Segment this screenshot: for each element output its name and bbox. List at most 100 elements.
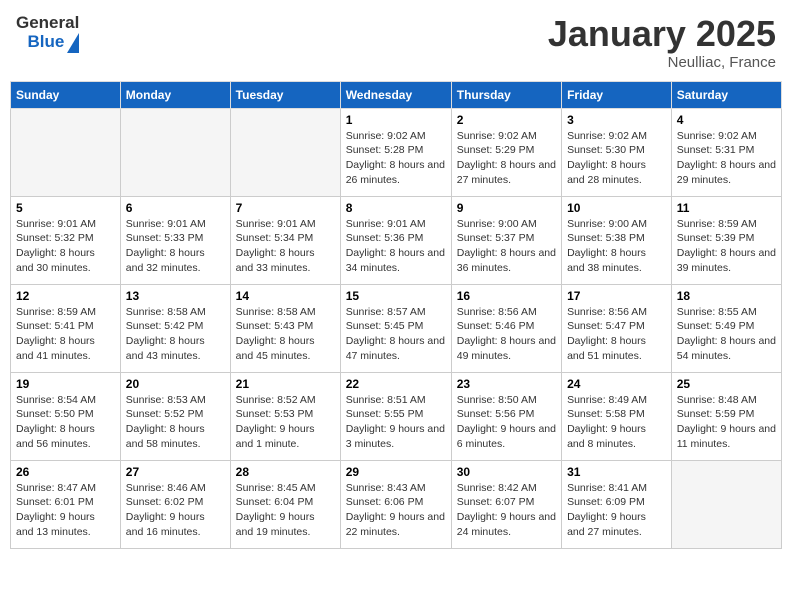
day-number: 29 (346, 465, 446, 479)
day-number: 1 (346, 113, 446, 127)
day-number: 2 (457, 113, 556, 127)
calendar-cell: 9Sunrise: 9:00 AMSunset: 5:37 PMDaylight… (451, 196, 561, 284)
day-info: Sunrise: 8:45 AMSunset: 6:04 PMDaylight:… (236, 481, 335, 540)
day-info: Sunrise: 8:54 AMSunset: 5:50 PMDaylight:… (16, 393, 115, 452)
calendar-cell: 1 Sunrise: 9:02 AMSunset: 5:28 PMDaylight… (340, 108, 451, 196)
calendar-cell: 20 Sunrise: 8:53 AMSunset: 5:52 PMDayligh… (120, 372, 230, 460)
calendar-cell: 4 Sunrise: 9:02 AMSunset: 5:31 PMDaylight… (671, 108, 781, 196)
weekday-header: Tuesday (230, 81, 340, 108)
calendar-cell: 2 Sunrise: 9:02 AMSunset: 5:29 PMDaylight… (451, 108, 561, 196)
calendar-cell: 28Sunrise: 8:45 AMSunset: 6:04 PMDayligh… (230, 460, 340, 548)
day-number: 19 (16, 377, 115, 391)
weekday-header: Saturday (671, 81, 781, 108)
calendar-cell: 22 Sunrise: 8:51 AMSunset: 5:55 PMDayligh… (340, 372, 451, 460)
day-number: 22 (346, 377, 446, 391)
weekday-header: Friday (562, 81, 672, 108)
logo: General Blue (16, 14, 79, 51)
day-info: Sunrise: 9:02 AMSunset: 5:30 PMDaylight:… (567, 129, 666, 188)
day-info: Sunrise: 8:48 AMSunset: 5:59 PMDaylight:… (677, 393, 776, 452)
day-number: 31 (567, 465, 666, 479)
day-number: 18 (677, 289, 776, 303)
day-info: Sunrise: 8:58 AMSunset: 5:42 PMDaylight:… (126, 305, 225, 364)
day-number: 6 (126, 201, 225, 215)
day-info: Sunrise: 8:55 AMSunset: 5:49 PMDaylight:… (677, 305, 776, 364)
day-info: Sunrise: 8:50 AMSunset: 5:56 PMDaylight:… (457, 393, 556, 452)
day-info: Sunrise: 9:02 AMSunset: 5:31 PMDaylight:… (677, 129, 776, 188)
day-number: 11 (677, 201, 776, 215)
weekday-header: Thursday (451, 81, 561, 108)
calendar-cell: 15Sunrise: 8:57 AMSunset: 5:45 PMDayligh… (340, 284, 451, 372)
day-number: 20 (126, 377, 225, 391)
calendar-cell (120, 108, 230, 196)
calendar-cell: 25 Sunrise: 8:48 AMSunset: 5:59 PMDayligh… (671, 372, 781, 460)
day-number: 26 (16, 465, 115, 479)
day-info: Sunrise: 8:53 AMSunset: 5:52 PMDaylight:… (126, 393, 225, 452)
day-info: Sunrise: 9:02 AMSunset: 5:29 PMDaylight:… (457, 129, 556, 188)
day-number: 27 (126, 465, 225, 479)
day-info: Sunrise: 9:01 AMSunset: 5:33 PMDaylight:… (126, 217, 225, 276)
day-info: Sunrise: 8:42 AMSunset: 6:07 PMDaylight:… (457, 481, 556, 540)
calendar-cell: 29 Sunrise: 8:43 AMSunset: 6:06 PMDayligh… (340, 460, 451, 548)
day-number: 12 (16, 289, 115, 303)
day-info: Sunrise: 9:02 AMSunset: 5:28 PMDaylight:… (346, 129, 446, 188)
day-number: 9 (457, 201, 556, 215)
calendar-cell: 3 Sunrise: 9:02 AMSunset: 5:30 PMDaylight… (562, 108, 672, 196)
calendar-cell: 5Sunrise: 9:01 AMSunset: 5:32 PMDaylight… (11, 196, 121, 284)
day-info: Sunrise: 9:00 AMSunset: 5:38 PMDaylight:… (567, 217, 666, 276)
weekday-header-row: SundayMondayTuesdayWednesdayThursdayFrid… (11, 81, 782, 108)
calendar-cell: 14 Sunrise: 8:58 AMSunset: 5:43 PMDayligh… (230, 284, 340, 372)
location: Neulliac, France (548, 54, 776, 71)
calendar-cell (11, 108, 121, 196)
logo-triangle-icon (67, 33, 79, 53)
weekday-header: Monday (120, 81, 230, 108)
day-info: Sunrise: 8:59 AMSunset: 5:41 PMDaylight:… (16, 305, 115, 364)
week-row: 19 Sunrise: 8:54 AMSunset: 5:50 PMDayligh… (11, 372, 782, 460)
day-info: Sunrise: 8:46 AMSunset: 6:02 PMDaylight:… (126, 481, 225, 540)
calendar-cell: 16Sunrise: 8:56 AMSunset: 5:46 PMDayligh… (451, 284, 561, 372)
calendar-cell: 18 Sunrise: 8:55 AMSunset: 5:49 PMDayligh… (671, 284, 781, 372)
day-info: Sunrise: 8:51 AMSunset: 5:55 PMDaylight:… (346, 393, 446, 452)
day-number: 4 (677, 113, 776, 127)
logo-general: General (16, 14, 79, 33)
calendar-cell: 11 Sunrise: 8:59 AMSunset: 5:39 PMDayligh… (671, 196, 781, 284)
calendar-cell: 13Sunrise: 8:58 AMSunset: 5:42 PMDayligh… (120, 284, 230, 372)
day-number: 23 (457, 377, 556, 391)
day-info: Sunrise: 8:41 AMSunset: 6:09 PMDaylight:… (567, 481, 666, 540)
calendar-cell: 7Sunrise: 9:01 AMSunset: 5:34 PMDaylight… (230, 196, 340, 284)
calendar-cell: 31 Sunrise: 8:41 AMSunset: 6:09 PMDayligh… (562, 460, 672, 548)
logo-blue: Blue (27, 33, 64, 52)
calendar-table: SundayMondayTuesdayWednesdayThursdayFrid… (10, 81, 782, 549)
day-info: Sunrise: 8:49 AMSunset: 5:58 PMDaylight:… (567, 393, 666, 452)
day-number: 10 (567, 201, 666, 215)
calendar-cell: 27 Sunrise: 8:46 AMSunset: 6:02 PMDayligh… (120, 460, 230, 548)
calendar-cell: 19 Sunrise: 8:54 AMSunset: 5:50 PMDayligh… (11, 372, 121, 460)
day-info: Sunrise: 8:43 AMSunset: 6:06 PMDaylight:… (346, 481, 446, 540)
day-number: 8 (346, 201, 446, 215)
day-info: Sunrise: 8:58 AMSunset: 5:43 PMDaylight:… (236, 305, 335, 364)
week-row: 26Sunrise: 8:47 AMSunset: 6:01 PMDayligh… (11, 460, 782, 548)
calendar-cell: 30 Sunrise: 8:42 AMSunset: 6:07 PMDayligh… (451, 460, 561, 548)
calendar-cell (671, 460, 781, 548)
calendar-cell: 21Sunrise: 8:52 AMSunset: 5:53 PMDayligh… (230, 372, 340, 460)
page-header: General Blue January 2025 Neulliac, Fran… (10, 10, 782, 75)
calendar-cell: 23 Sunrise: 8:50 AMSunset: 5:56 PMDayligh… (451, 372, 561, 460)
day-info: Sunrise: 9:01 AMSunset: 5:36 PMDaylight:… (346, 217, 446, 276)
day-number: 17 (567, 289, 666, 303)
day-number: 30 (457, 465, 556, 479)
weekday-header: Sunday (11, 81, 121, 108)
week-row: 12 Sunrise: 8:59 AMSunset: 5:41 PMDayligh… (11, 284, 782, 372)
day-info: Sunrise: 8:57 AMSunset: 5:45 PMDaylight:… (346, 305, 446, 364)
calendar-cell: 8 Sunrise: 9:01 AMSunset: 5:36 PMDaylight… (340, 196, 451, 284)
day-info: Sunrise: 9:01 AMSunset: 5:34 PMDaylight:… (236, 217, 335, 276)
day-info: Sunrise: 9:01 AMSunset: 5:32 PMDaylight:… (16, 217, 115, 276)
day-info: Sunrise: 8:56 AMSunset: 5:46 PMDaylight:… (457, 305, 556, 364)
calendar-cell: 10 Sunrise: 9:00 AMSunset: 5:38 PMDayligh… (562, 196, 672, 284)
day-number: 25 (677, 377, 776, 391)
day-number: 14 (236, 289, 335, 303)
calendar-cell: 6 Sunrise: 9:01 AMSunset: 5:33 PMDaylight… (120, 196, 230, 284)
calendar-cell: 12 Sunrise: 8:59 AMSunset: 5:41 PMDayligh… (11, 284, 121, 372)
calendar-cell: 17Sunrise: 8:56 AMSunset: 5:47 PMDayligh… (562, 284, 672, 372)
week-row: 5Sunrise: 9:01 AMSunset: 5:32 PMDaylight… (11, 196, 782, 284)
day-number: 3 (567, 113, 666, 127)
day-info: Sunrise: 8:59 AMSunset: 5:39 PMDaylight:… (677, 217, 776, 276)
